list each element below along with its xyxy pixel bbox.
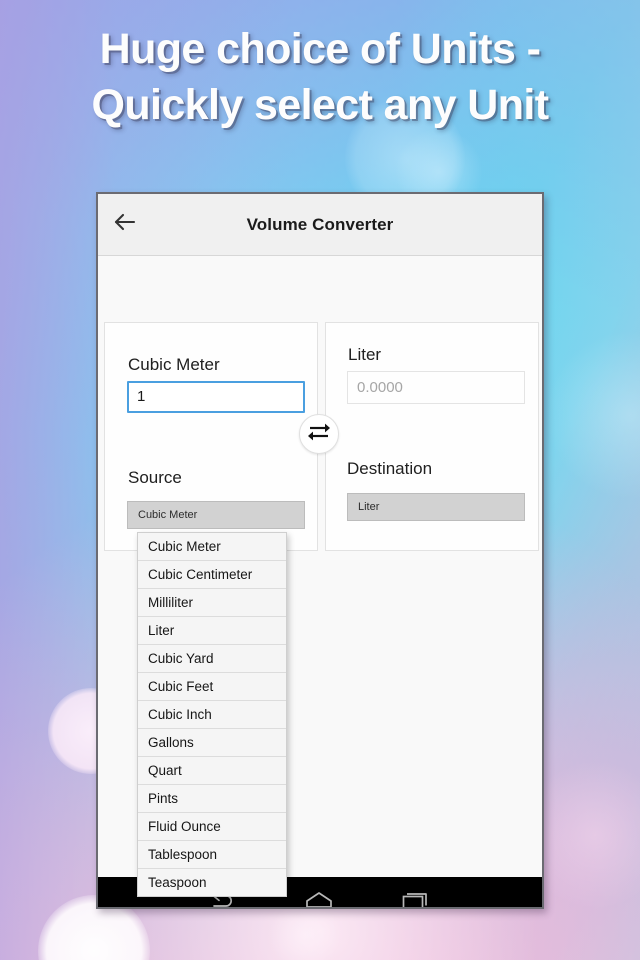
list-item[interactable]: Quart: [138, 757, 286, 785]
destination-unit-label: Liter: [348, 345, 382, 364]
list-item[interactable]: Cubic Centimeter: [138, 561, 286, 589]
recents-nav-icon[interactable]: [400, 890, 432, 907]
list-item[interactable]: Cubic Yard: [138, 645, 286, 673]
destination-value-input[interactable]: 0.0000: [347, 371, 525, 404]
device-screenshot-frame: Volume Converter Cubic Meter 1 Source Cu…: [96, 192, 544, 909]
app-bar: Volume Converter: [98, 194, 542, 256]
converter-content: Cubic Meter 1 Source Cubic Meter Liter 0…: [98, 256, 542, 897]
source-section-label: Source: [128, 468, 182, 487]
swap-units-button[interactable]: [299, 414, 339, 454]
swap-horizontal-icon: [307, 421, 331, 448]
source-value-input[interactable]: 1: [127, 381, 305, 413]
source-unit-spinner[interactable]: Cubic Meter: [127, 501, 305, 529]
list-item[interactable]: Pints: [138, 785, 286, 813]
unit-dropdown-list[interactable]: Cubic Meter Cubic Centimeter Milliliter …: [137, 532, 287, 897]
list-item[interactable]: Cubic Inch: [138, 701, 286, 729]
page-title: Volume Converter: [246, 214, 394, 234]
home-nav-icon[interactable]: [303, 890, 335, 907]
arrow-left-icon: [113, 212, 137, 237]
source-card: Cubic Meter 1 Source Cubic Meter: [104, 322, 318, 551]
destination-unit-spinner[interactable]: Liter: [347, 493, 525, 521]
list-item[interactable]: Milliliter: [138, 589, 286, 617]
source-unit-label: Cubic Meter: [128, 355, 220, 374]
list-item[interactable]: Liter: [138, 617, 286, 645]
promo-headline: Huge choice of Units - Quickly select an…: [91, 25, 550, 129]
list-item[interactable]: Teaspoon: [138, 869, 286, 896]
list-item[interactable]: Tablespoon: [138, 841, 286, 869]
back-button[interactable]: [98, 212, 152, 237]
list-item[interactable]: Cubic Feet: [138, 673, 286, 701]
destination-section-label: Destination: [347, 459, 433, 478]
destination-card: Liter 0.0000 Destination Liter: [325, 322, 539, 551]
list-item[interactable]: Fluid Ounce: [138, 813, 286, 841]
list-item[interactable]: Gallons: [138, 729, 286, 757]
list-item[interactable]: Cubic Meter: [138, 533, 286, 561]
